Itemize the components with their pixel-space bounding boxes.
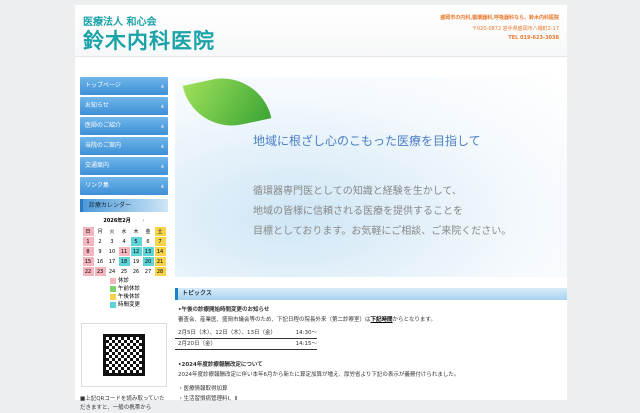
qr-text: ■上記QRコードを読み取っていただきますと、一般の携帯から (80, 396, 165, 411)
calendar-day: 24 (108, 268, 116, 275)
hero-line: 地域の皆様に信頼される医療を提供することを (253, 206, 463, 217)
clinic-logo[interactable]: 鈴木内科医院 (83, 25, 215, 55)
legend-time-change: 時間変更 (118, 302, 141, 308)
calendar-legend: 休診 午前休診 午後休診 時間変更 (110, 277, 168, 309)
calendar-day: 10 (108, 248, 116, 255)
calendar-day: 15 (82, 257, 94, 266)
calendar-day: 5 (130, 237, 142, 246)
calendar-day: 9 (98, 248, 102, 255)
legend-am-closed: 午前休診 (118, 286, 141, 292)
nav-top[interactable]: トップページ (80, 77, 168, 95)
topics-heading: トピックス (175, 288, 567, 300)
legend-closed: 休診 (118, 278, 130, 284)
calendar-month: 2026年2月 › (80, 217, 168, 224)
nav-clinic[interactable]: 当院のご案内 (80, 137, 168, 155)
calendar-day: 28 (154, 267, 166, 276)
calendar-day: 20 (142, 257, 154, 266)
site-header: 医療法人 和心会 鈴木内科医院 盛岡市の内科,循環器科,呼吸器科なら、鈴木内科医… (75, 5, 567, 57)
topic-body: 審査会、産業医、盛岡市議会等のため、下記日程の院長外来（第二診察室）は下記時間か… (175, 315, 567, 325)
nav-access[interactable]: 交通案内 (80, 157, 168, 175)
calendar-day: 23 (94, 267, 106, 276)
page: 医療法人 和心会 鈴木内科医院 盛岡市の内科,循環器科,呼吸器科なら、鈴木内科医… (75, 5, 567, 411)
weekday: 月 (97, 229, 103, 235)
weekday: 土 (154, 227, 166, 236)
hero-banner: 地域に根ざし心のこもった医療を目指して 循環器専門医としての知識と経験を生かして… (175, 69, 567, 277)
calendar-day: 17 (108, 258, 116, 265)
calendar-day: 21 (154, 257, 166, 266)
nav-links[interactable]: リンク集 (80, 177, 168, 195)
calendar-day: 4 (122, 238, 126, 245)
calendar-day: 6 (146, 238, 150, 245)
next-month-button[interactable]: › (143, 218, 145, 224)
topic-title: •午後の診療開始時間変更のお知らせ (178, 307, 270, 313)
calendar-day: 3 (110, 238, 114, 245)
calendar-day: 16 (96, 258, 104, 265)
date: 2月20日（金） (178, 341, 216, 347)
weekday: 日 (82, 227, 94, 236)
weekday: 火 (109, 229, 115, 235)
date: 2月5日（木）、12日（木）、13日（金） (178, 330, 276, 336)
time-link[interactable]: 下記時間 (371, 317, 393, 323)
weekday: 木 (133, 229, 139, 235)
calendar-day: 27 (144, 268, 152, 275)
weekday: 水 (121, 229, 127, 235)
calendar-day: 22 (82, 267, 94, 276)
calendar-day: 1 (82, 237, 94, 246)
calendar-day: 7 (154, 237, 166, 246)
hero-line: 循環器専門医としての知識と経験を生かして、 (253, 186, 462, 197)
hero-text: 循環器専門医としての知識と経験を生かして、 地域の皆様に信頼される医療を提供する… (253, 182, 511, 242)
topic-title: •2024年度診療報酬改定について (178, 362, 263, 368)
calendar-day: 25 (120, 268, 128, 275)
schedule-row: 2月20日（金） 14:15〜 (175, 339, 317, 350)
tel: TEL 019-623-3038 (508, 35, 559, 41)
calendar-table: 日月火水木金土 1 2 3 4 5 6 7 8 9 10 11 12 13 14 15 16 17 18 19 20 2… (82, 226, 167, 277)
nav-news[interactable]: お知らせ (80, 97, 168, 115)
calendar-day: 2 (98, 238, 102, 245)
list-item: ・医療情報取得加算 (178, 386, 228, 392)
calendar-day: 14 (154, 247, 166, 256)
sidebar: トップページ お知らせ 医師のご紹介 当院のご案内 交通案内 リンク集 診療カレ… (80, 77, 168, 413)
calendar-day: 12 (130, 247, 142, 256)
leaf-image (182, 69, 272, 135)
body-text: からとなります。 (392, 317, 436, 323)
calendar-day: 18 (118, 257, 130, 266)
calendar-day: 19 (132, 258, 140, 265)
calendar-day: 8 (82, 247, 94, 256)
calendar-day: 26 (132, 268, 140, 275)
topics-section: トピックス •午後の診療開始時間変更のお知らせ 審査会、産業医、盛岡市議会等のた… (175, 288, 567, 404)
time: 14:15〜 (295, 341, 317, 347)
weekday: 金 (145, 229, 151, 235)
calendar-day: 13 (142, 247, 154, 256)
topic-body: 2024年度診療報酬改定に伴い本年6月から新たに算定加算が増え、厚労省より下記の… (178, 372, 460, 378)
calendar-day: 11 (118, 247, 130, 256)
hero-line: 目標としております。お気軽にご相談、ご来院ください。 (253, 226, 512, 237)
tagline: 盛岡市の内科,循環器科,呼吸器科なら、鈴木内科医院 (440, 15, 559, 21)
calendar-title: 2026年2月 (103, 218, 131, 224)
qr-code (81, 323, 167, 387)
hero-headline: 地域に根ざし心のこもった医療を目指して (253, 134, 481, 148)
calendar-heading: 診療カレンダー (80, 199, 168, 212)
list-item: ・生活習慣病管理料Ⅰ、Ⅱ (178, 396, 238, 402)
body-text: 審査会、産業医、盛岡市議会等のため、下記日程の院長外来（第二診察室）は (178, 317, 371, 323)
legend-pm-closed: 午後休診 (118, 294, 141, 300)
time: 14:30〜 (295, 330, 317, 336)
nav-doctor[interactable]: 医師のご紹介 (80, 117, 168, 135)
schedule-row: 2月5日（木）、12日（木）、13日（金） 14:30〜 (175, 328, 317, 339)
address: 〒020-0872 岩手県盛岡市八幡町2-17 (471, 26, 559, 32)
